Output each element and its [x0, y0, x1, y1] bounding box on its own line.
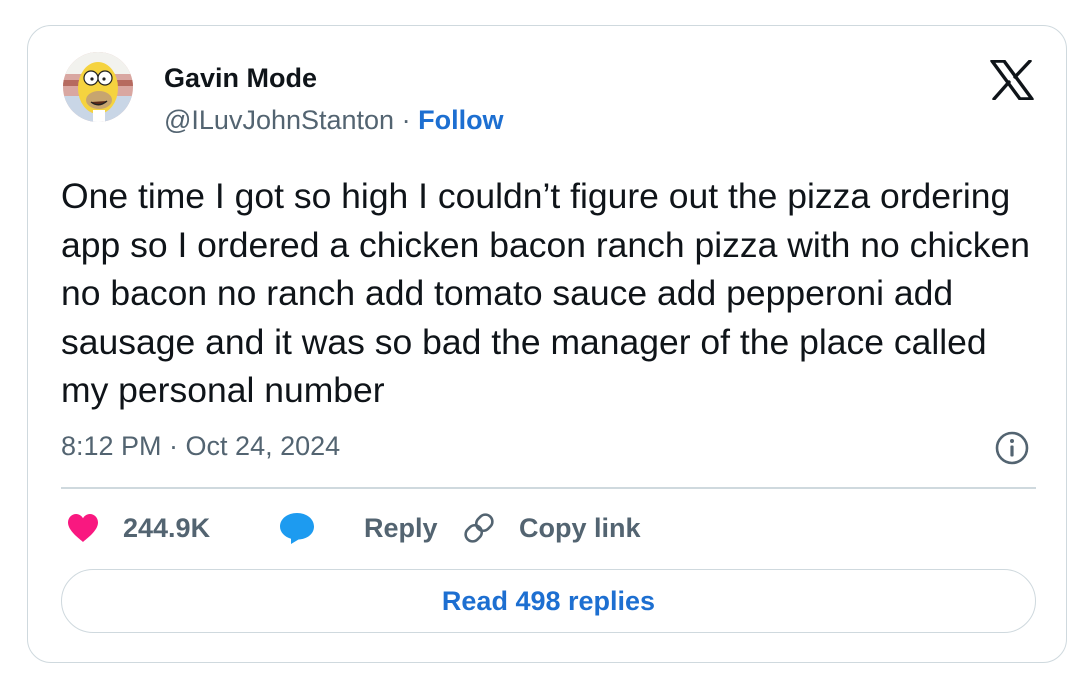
x-logo-icon[interactable] — [990, 60, 1034, 100]
read-replies-button[interactable]: Read 498 replies — [61, 569, 1036, 633]
reply-bubble-icon — [280, 513, 314, 544]
info-icon[interactable] — [994, 430, 1030, 466]
like-count: 244.9K — [123, 512, 211, 543]
tweet-text: One time I got so high I couldn’t figure… — [61, 176, 1030, 410]
author-name[interactable]: Gavin Mode — [164, 63, 317, 94]
separator-dot: · — [394, 105, 419, 135]
reply-label: Reply — [364, 512, 438, 543]
reply-button[interactable]: Reply — [278, 506, 438, 550]
avatar[interactable] — [63, 52, 133, 122]
copy-link-button[interactable]: Copy link — [461, 506, 641, 550]
tweet-card: Gavin Mode @ILuvJohnStanton · Follow One… — [27, 25, 1067, 663]
tweet-timestamp[interactable]: 8:12 PM · Oct 24, 2024 — [61, 431, 340, 462]
follow-link[interactable]: Follow — [418, 105, 503, 135]
avatar-image — [63, 52, 133, 122]
author-handle[interactable]: @ILuvJohnStanton — [164, 105, 394, 135]
link-icon — [464, 513, 494, 543]
author-handle-line: @ILuvJohnStanton · Follow — [164, 105, 504, 136]
heart-icon — [68, 514, 98, 542]
copy-link-label: Copy link — [519, 512, 641, 543]
divider — [61, 487, 1036, 489]
like-button[interactable]: 244.9K — [66, 506, 210, 550]
